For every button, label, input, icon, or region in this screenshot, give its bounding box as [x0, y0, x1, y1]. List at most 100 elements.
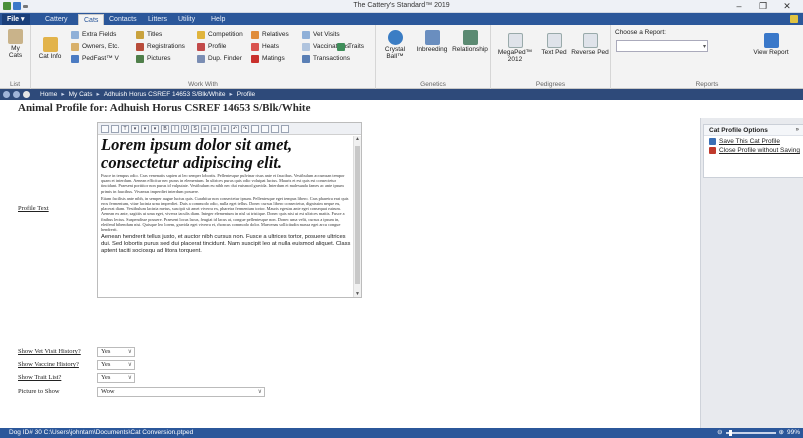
breadcrumb-my-cats[interactable]: My Cats — [69, 90, 93, 99]
font-icon[interactable]: T — [121, 124, 129, 133]
dup-finder-icon — [197, 55, 205, 63]
traits-button[interactable]: Traits — [337, 42, 364, 52]
zoom-out-icon[interactable]: ⊖ — [717, 428, 722, 438]
tab-litters[interactable]: Litters — [143, 14, 172, 25]
help-icon[interactable] — [790, 15, 798, 23]
vet-visit-select[interactable]: Yes ∨ — [97, 347, 135, 357]
scroll-up-icon[interactable]: ▲ — [354, 136, 361, 142]
scroll-down-icon[interactable]: ▼ — [354, 291, 361, 297]
scroll-thumb[interactable] — [355, 146, 360, 284]
breadcrumb-separator-icon: ▸ — [96, 91, 100, 98]
profile-button[interactable]: Profile — [197, 42, 226, 52]
collapse-icon[interactable]: » — [796, 125, 799, 136]
transactions-button[interactable]: Transactions — [302, 54, 350, 64]
ribbon-group-pedigrees: MegaPed™ 2012 Text Ped Reverse Ped Pedig… — [491, 25, 611, 89]
close-profile-label: Close Profile without Saving — [719, 147, 800, 154]
vaccine-history-value: Yes — [101, 361, 111, 368]
italic-icon[interactable]: I — [171, 124, 179, 133]
chevron-down-icon: ∨ — [127, 349, 132, 355]
megaped-button[interactable]: MegaPed™ 2012 — [493, 33, 537, 63]
my-cats-button[interactable]: My Cats — [3, 29, 28, 59]
bold-icon[interactable]: B — [161, 124, 169, 133]
zoom-control[interactable]: ⊖ ⊕ 99% — [717, 428, 800, 438]
align-left-icon[interactable]: ≡ — [201, 124, 209, 133]
home-icon[interactable] — [23, 91, 30, 98]
heats-button[interactable]: Heats — [251, 42, 279, 52]
text-ped-button[interactable]: Text Ped — [539, 33, 569, 56]
copy-icon[interactable] — [101, 124, 109, 133]
font-color-icon[interactable]: ▾ — [141, 124, 149, 133]
vet-visits-button[interactable]: Vet Visits — [302, 30, 340, 40]
undo-icon[interactable]: ↶ — [231, 124, 239, 133]
close-profile-link[interactable]: Close Profile without Saving — [704, 145, 803, 154]
forward-icon[interactable] — [13, 91, 20, 98]
cat-profile-options-panel: Cat Profile Options » Save This Cat Profi… — [703, 124, 803, 178]
report-select[interactable]: ▾ — [616, 40, 708, 52]
titles-button[interactable]: Titles — [136, 30, 162, 40]
breadcrumb-profile[interactable]: Profile — [237, 90, 255, 99]
inbreeding-button[interactable]: Inbreeding — [414, 30, 450, 53]
options-panel-header[interactable]: Cat Profile Options » — [704, 125, 803, 136]
tab-cattery[interactable]: Cattery — [40, 14, 73, 25]
zoom-slider[interactable] — [725, 430, 776, 436]
pedfast-button[interactable]: PedFast™ V — [71, 54, 119, 64]
breadcrumb-separator-icon: ▸ — [229, 91, 233, 98]
paste-icon[interactable] — [111, 124, 119, 133]
tab-utility[interactable]: Utility — [173, 14, 200, 25]
image-icon[interactable] — [251, 124, 259, 133]
zoom-slider-knob[interactable] — [728, 430, 732, 436]
megaped-label: MegaPed™ 2012 — [497, 49, 533, 63]
cat-info-button[interactable]: Cat Info — [36, 37, 64, 60]
link-icon[interactable] — [261, 124, 269, 133]
trait-list-label: Show Trait List? — [18, 374, 62, 381]
redo-icon[interactable]: ↷ — [241, 124, 249, 133]
picture-to-show-select[interactable]: Wow ∨ — [97, 387, 265, 397]
relatives-button[interactable]: Relatives — [251, 30, 289, 40]
profile-text-editor[interactable]: T ▾ ▾ ▾ B I U S ≡ ≡ ≡ ↶ ↷ Lorem ipsum do… — [97, 122, 362, 298]
back-icon[interactable] — [3, 91, 10, 98]
owners-button[interactable]: Owners, Etc. — [71, 42, 119, 52]
dup-finder-button[interactable]: Dup. Finder — [197, 54, 242, 64]
matings-button[interactable]: Matings — [251, 54, 285, 64]
view-report-button[interactable]: View Report — [751, 33, 791, 56]
title-bar: The Cattery's Standard™ 2019 – ❐ ✕ — [0, 0, 803, 13]
editor-heading: Lorem ipsum dolor sit amet, consectetur … — [101, 136, 293, 172]
breadcrumb-home[interactable]: Home — [40, 90, 57, 99]
editor-content[interactable]: Lorem ipsum dolor sit amet, consectetur … — [101, 136, 351, 297]
font-size-icon[interactable]: ▾ — [131, 124, 139, 133]
registrations-button[interactable]: Registrations — [136, 42, 185, 52]
heart-icon — [251, 43, 259, 51]
breadcrumb-cat[interactable]: Adhuish Horus CSREF 14653 S/Blk/White — [104, 90, 226, 99]
save-profile-link[interactable]: Save This Cat Profile — [704, 136, 803, 145]
align-center-icon[interactable]: ≡ — [211, 124, 219, 133]
zoom-in-icon[interactable]: ⊕ — [779, 428, 784, 438]
competition-label: Competition — [208, 31, 243, 38]
tab-help[interactable]: Help — [206, 14, 230, 25]
align-right-icon[interactable]: ≡ — [221, 124, 229, 133]
tab-file[interactable]: File ▾ — [2, 14, 30, 25]
vaccine-history-select[interactable]: Yes ∨ — [97, 360, 135, 370]
extra-fields-button[interactable]: Extra Fields — [71, 30, 116, 40]
html-icon[interactable] — [281, 124, 289, 133]
pictures-label: Pictures — [147, 55, 171, 62]
strike-icon[interactable]: S — [191, 124, 199, 133]
minimize-button[interactable]: – — [727, 0, 751, 13]
tab-contacts[interactable]: Contacts — [104, 14, 142, 25]
my-cats-icon — [8, 29, 23, 44]
trait-list-select[interactable]: Yes ∨ — [97, 373, 135, 383]
close-button[interactable]: ✕ — [775, 0, 799, 13]
choose-report-label: Choose a Report: — [615, 29, 666, 36]
group-label-pedigrees: Pedigrees — [535, 81, 566, 88]
crystal-ball-button[interactable]: Crystal Ball™ — [378, 30, 412, 60]
trophy-icon — [197, 31, 205, 39]
highlight-icon[interactable]: ▾ — [151, 124, 159, 133]
reverse-ped-button[interactable]: Reverse Ped — [571, 33, 609, 56]
editor-scrollbar[interactable]: ▲ ▼ — [353, 136, 361, 297]
maximize-button[interactable]: ❐ — [751, 0, 775, 13]
table-icon[interactable] — [271, 124, 279, 133]
pictures-button[interactable]: Pictures — [136, 54, 170, 64]
competition-button[interactable]: Competition — [197, 30, 243, 40]
tab-cats[interactable]: Cats — [78, 14, 105, 25]
relationship-button[interactable]: Relationship — [451, 30, 489, 53]
underline-icon[interactable]: U — [181, 124, 189, 133]
